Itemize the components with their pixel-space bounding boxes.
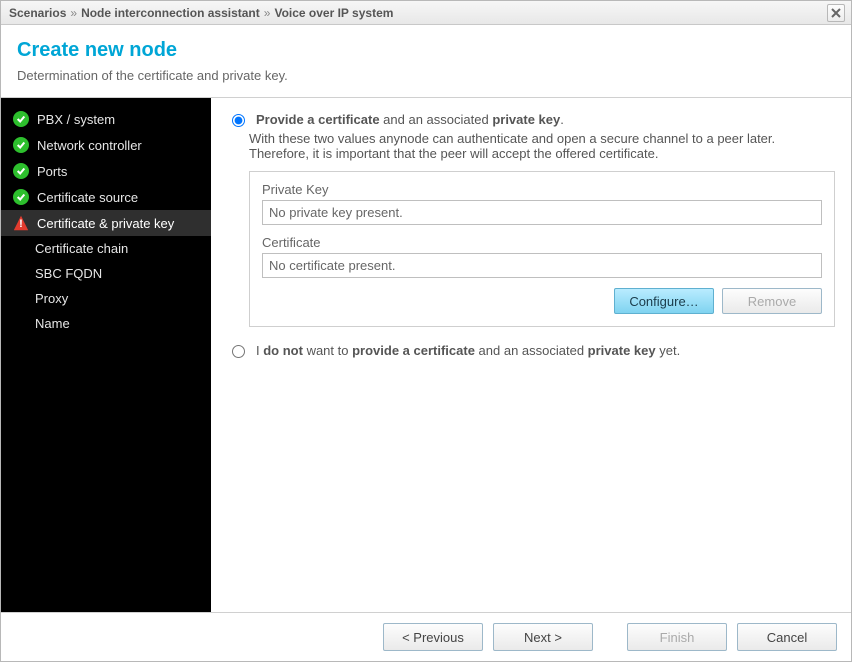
certificate-group-buttons: Configure… Remove bbox=[262, 288, 822, 314]
sidebar-item-sbc-fqdn[interactable]: SBC FQDN bbox=[1, 261, 211, 286]
next-button[interactable]: Next > bbox=[493, 623, 593, 651]
cancel-button[interactable]: Cancel bbox=[737, 623, 837, 651]
opt1-mid: and an associated bbox=[380, 112, 493, 127]
option-no-certificate[interactable]: I do not want to provide a certificate a… bbox=[227, 343, 835, 358]
private-key-field[interactable]: No private key present. bbox=[262, 200, 822, 225]
sidebar-item-label: Certificate source bbox=[37, 190, 138, 205]
option-provide-certificate-desc: With these two values anynode can authen… bbox=[249, 131, 835, 161]
certificate-field[interactable]: No certificate present. bbox=[262, 253, 822, 278]
breadcrumb-3[interactable]: Voice over IP system bbox=[274, 6, 393, 20]
opt2-bold2: provide a certificate bbox=[352, 343, 475, 358]
titlebar: Scenarios » Node interconnection assista… bbox=[1, 1, 851, 25]
checkmark-icon bbox=[13, 189, 29, 205]
sidebar-item-label: Proxy bbox=[35, 291, 68, 306]
opt1-after: . bbox=[560, 112, 564, 127]
option-no-certificate-label[interactable]: I do not want to provide a certificate a… bbox=[256, 343, 680, 358]
previous-button[interactable]: < Previous bbox=[383, 623, 483, 651]
sidebar-item-certificate-chain[interactable]: Certificate chain bbox=[1, 236, 211, 261]
wizard-content: Provide a certificate and an associated … bbox=[211, 98, 851, 612]
dialog-window: Scenarios » Node interconnection assista… bbox=[0, 0, 852, 662]
opt2-mid1: want to bbox=[303, 343, 352, 358]
dialog-body: PBX / system Network controller Ports Ce… bbox=[1, 98, 851, 613]
sidebar-item-network-controller[interactable]: Network controller bbox=[1, 132, 211, 158]
opt1-tail: private key bbox=[492, 112, 560, 127]
radio-provide-certificate[interactable] bbox=[232, 114, 245, 127]
checkmark-icon bbox=[13, 137, 29, 153]
dialog-header: Create new node Determination of the cer… bbox=[1, 25, 851, 98]
certificate-label: Certificate bbox=[262, 235, 822, 250]
sidebar-item-label: SBC FQDN bbox=[35, 266, 102, 281]
sidebar-item-ports[interactable]: Ports bbox=[1, 158, 211, 184]
sidebar-item-label: Certificate chain bbox=[35, 241, 128, 256]
opt2-after: yet. bbox=[656, 343, 681, 358]
option-provide-certificate-body: With these two values anynode can authen… bbox=[249, 131, 835, 327]
configure-button[interactable]: Configure… bbox=[614, 288, 714, 314]
sidebar-item-label: Ports bbox=[37, 164, 67, 179]
close-icon bbox=[831, 8, 841, 18]
sidebar-item-label: PBX / system bbox=[37, 112, 115, 127]
breadcrumb-sep-1: » bbox=[70, 6, 77, 20]
sidebar-item-proxy[interactable]: Proxy bbox=[1, 286, 211, 311]
warning-icon: ! bbox=[13, 215, 29, 231]
finish-button: Finish bbox=[627, 623, 727, 651]
private-key-label: Private Key bbox=[262, 182, 822, 197]
checkmark-icon bbox=[13, 111, 29, 127]
sidebar-item-certificate-private-key[interactable]: ! Certificate & private key bbox=[1, 210, 211, 236]
opt2-bold3: private key bbox=[588, 343, 656, 358]
sidebar-item-label: Name bbox=[35, 316, 70, 331]
page-title: Create new node bbox=[17, 39, 835, 62]
checkmark-icon bbox=[13, 163, 29, 179]
breadcrumb-sep-2: » bbox=[264, 6, 271, 20]
opt2-mid2: and an associated bbox=[475, 343, 588, 358]
sidebar-item-label: Certificate & private key bbox=[37, 216, 174, 231]
wizard-sidebar: PBX / system Network controller Ports Ce… bbox=[1, 98, 211, 612]
radio-no-certificate[interactable] bbox=[232, 345, 245, 358]
opt1-lead: Provide a certificate bbox=[256, 112, 380, 127]
opt2-bold1: do not bbox=[263, 343, 303, 358]
certificate-group: Private Key No private key present. Cert… bbox=[249, 171, 835, 327]
sidebar-item-name[interactable]: Name bbox=[1, 311, 211, 336]
option-provide-certificate[interactable]: Provide a certificate and an associated … bbox=[227, 112, 835, 127]
page-subtitle: Determination of the certificate and pri… bbox=[17, 68, 835, 83]
breadcrumb-2[interactable]: Node interconnection assistant bbox=[81, 6, 260, 20]
remove-button: Remove bbox=[722, 288, 822, 314]
option-provide-certificate-label[interactable]: Provide a certificate and an associated … bbox=[256, 112, 564, 127]
sidebar-item-pbx-system[interactable]: PBX / system bbox=[1, 106, 211, 132]
breadcrumb-1[interactable]: Scenarios bbox=[9, 6, 66, 20]
sidebar-item-label: Network controller bbox=[37, 138, 142, 153]
sidebar-item-certificate-source[interactable]: Certificate source bbox=[1, 184, 211, 210]
close-button[interactable] bbox=[827, 4, 845, 22]
dialog-footer: < Previous Next > Finish Cancel bbox=[1, 613, 851, 661]
